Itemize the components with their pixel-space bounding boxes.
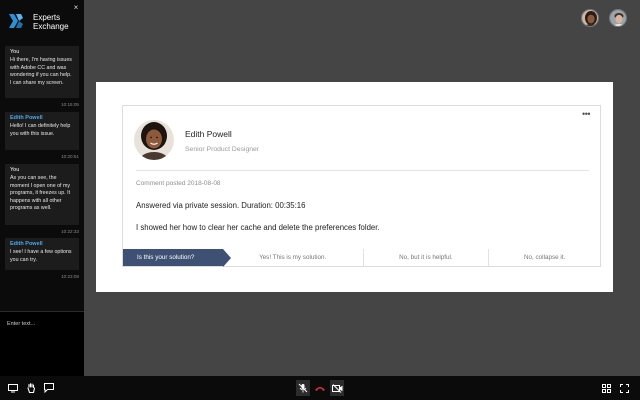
message-time: 10:23:08 (61, 274, 79, 279)
experts-exchange-logo: Experts Exchange (9, 12, 79, 36)
solution-text: I showed her how to clear her cache and … (136, 223, 380, 232)
bottom-toolbar (0, 376, 640, 400)
brand-name: Experts Exchange (33, 13, 69, 31)
helpful-button[interactable]: No, but it is helpful. (362, 249, 489, 266)
answer-card: ••• Edith Powell Senior Product Designer… (122, 105, 601, 250)
message-author: Edith Powell (10, 115, 43, 121)
close-icon[interactable]: × (72, 4, 80, 12)
more-icon[interactable]: ••• (582, 110, 590, 119)
grid-view-icon[interactable] (599, 380, 613, 396)
raise-hand-icon[interactable] (24, 380, 38, 396)
expert-name: Edith Powell (185, 129, 232, 139)
collapse-button[interactable]: No, collapse it. (488, 249, 600, 266)
comment-date: Comment posted 2018-08-08 (136, 180, 221, 187)
message-time: 10:20:51 (61, 154, 79, 159)
message-time: 10:22:33 (61, 229, 79, 234)
session-summary: Answered via private session. Duration: … (136, 201, 306, 210)
message-time: 10:15:05 (61, 102, 79, 107)
message-author: Edith Powell (10, 241, 43, 247)
expert-role: Senior Product Designer (185, 146, 260, 153)
yes-solution-button[interactable]: Yes! This is my solution. (223, 249, 363, 266)
expert-avatar (134, 120, 174, 160)
chat-message: You Hi there, I'm having issues with Ado… (5, 46, 79, 98)
solution-question: Is this your solution? (123, 249, 231, 267)
experts-exchange-logo-icon (9, 14, 23, 28)
chat-message: You As you can see, the moment I open on… (5, 164, 79, 225)
chat-message: Edith Powell Hello! I can definitely hel… (5, 112, 79, 150)
message-text: As you can see, the moment I open one of… (10, 175, 71, 212)
chat-message: Edith Powell I see! I have a few options… (5, 238, 79, 270)
solution-feedback-bar: Is this your solution? Yes! This is my s… (122, 249, 601, 267)
divider (136, 170, 589, 171)
chat-input[interactable] (0, 314, 84, 334)
hang-up-icon[interactable] (313, 380, 327, 396)
brand-line-1: Experts (33, 13, 61, 22)
message-text: Hello! I can definitely help you with th… (10, 123, 71, 137)
chat-icon[interactable] (42, 380, 56, 396)
mic-off-icon[interactable] (296, 380, 310, 396)
brand-line-2: Exchange (33, 22, 69, 31)
participant-avatar[interactable] (581, 9, 599, 27)
message-text: I see! I have a few options you can try. (10, 249, 72, 263)
solution-panel: ••• Edith Powell Senior Product Designer… (96, 82, 613, 292)
chat-input-area (0, 311, 84, 376)
camera-off-icon[interactable] (330, 380, 344, 396)
message-author: You (10, 49, 20, 55)
message-author: You (10, 167, 20, 173)
screen-share-icon[interactable] (6, 380, 20, 396)
fullscreen-icon[interactable] (617, 380, 631, 396)
participant-avatar[interactable] (609, 9, 627, 27)
message-text: Hi there, I'm having issues with Adobe C… (10, 57, 72, 86)
